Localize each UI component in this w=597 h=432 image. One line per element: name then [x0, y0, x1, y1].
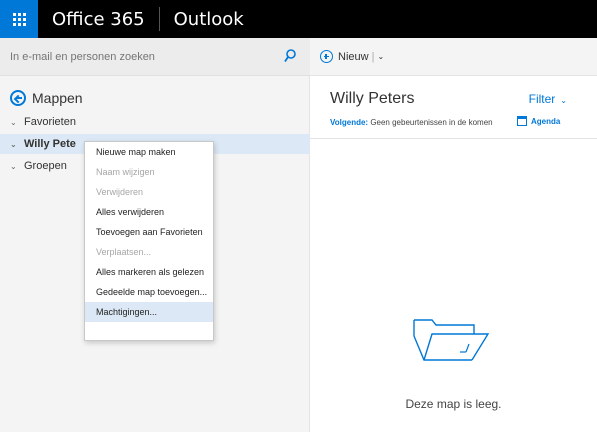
menu-item-delete-all[interactable]: Alles verwijderen [85, 202, 213, 222]
filter-label: Filter [528, 92, 556, 106]
folders-heading: Mappen [32, 90, 83, 106]
app-name[interactable]: Outlook [174, 9, 244, 30]
chevron-down-icon[interactable]: ⌄ [10, 118, 18, 127]
button-separator: | [371, 50, 375, 63]
folder-label: Willy Pete [24, 138, 76, 150]
calendar-icon [517, 116, 527, 126]
new-button-label: Nieuw [338, 50, 369, 63]
search-bar [0, 38, 310, 76]
folder-context-menu: Nieuwe map maken Naam wijzigen Verwijder… [84, 141, 214, 341]
brand-label[interactable]: Office 365 [52, 9, 145, 30]
menu-item-mark-all-read[interactable]: Alles markeren als gelezen [85, 262, 213, 282]
menu-item-add-shared-folder[interactable]: Gedeelde map toevoegen... [85, 282, 213, 302]
search-icon[interactable] [284, 49, 296, 63]
chevron-down-icon[interactable]: ⌄ [10, 162, 18, 171]
header-divider [158, 7, 160, 31]
search-input[interactable] [10, 50, 270, 63]
folder-title: Willy Peters [330, 90, 415, 107]
menu-item-permissions[interactable]: Machtigingen... [85, 302, 213, 322]
menu-item-add-to-favorites[interactable]: Toevoegen aan Favorieten [85, 222, 213, 242]
next-event-label: Volgende: [330, 118, 369, 127]
menu-item-new-folder[interactable]: Nieuwe map maken [85, 142, 213, 162]
waffle-icon [12, 12, 26, 26]
menu-item-delete: Verwijderen [96, 187, 144, 197]
chevron-down-icon: ⌄ [560, 96, 567, 105]
filter-dropdown[interactable]: Filter ⌄ [529, 92, 567, 106]
menu-item-rename: Naam wijzigen [96, 167, 155, 177]
next-event-text: Geen gebeurtenissen in de komen [370, 118, 493, 127]
header-divider-line [310, 138, 597, 139]
agenda-label: Agenda [531, 116, 561, 126]
folders-back-button[interactable]: Mappen [10, 90, 83, 106]
chevron-down-icon[interactable]: ⌄ [377, 52, 384, 61]
chevron-down-icon[interactable]: ⌄ [10, 140, 18, 149]
empty-folder-message: Deze map is leeg. [405, 397, 502, 411]
folder-item-favorites[interactable]: ⌄ Favorieten [0, 112, 310, 132]
top-bar: Office 365 Outlook [0, 0, 597, 38]
agenda-link[interactable]: Agenda [517, 116, 560, 126]
empty-folder-icon [413, 319, 490, 361]
menu-item-move: Verplaatsen... [96, 247, 152, 257]
back-arrow-icon [10, 90, 26, 106]
folder-label: Favorieten [24, 116, 76, 128]
new-button[interactable]: Nieuw | ⌄ [320, 50, 384, 63]
app-launcher-button[interactable] [0, 0, 38, 38]
folder-label: Groepen [24, 160, 67, 172]
message-list-pane: Nieuw | ⌄ Willy Peters Filter ⌄ Volgende:… [310, 38, 597, 432]
next-event-banner[interactable]: Volgende: Geen gebeurtenissen in de kome… [330, 118, 522, 127]
command-bar: Nieuw | ⌄ [310, 38, 597, 76]
plus-icon [320, 50, 333, 63]
